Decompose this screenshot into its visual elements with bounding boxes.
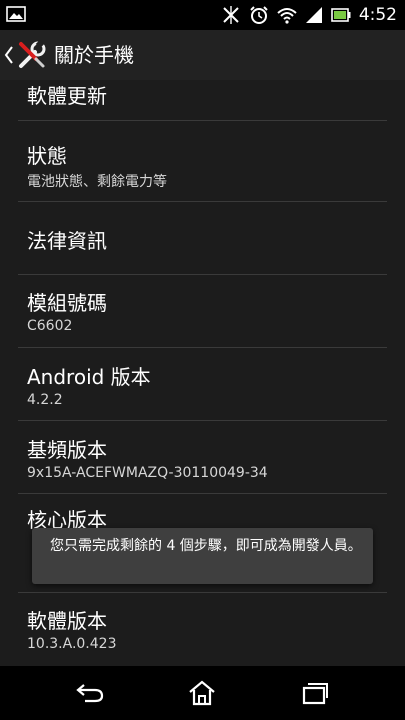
alarm-icon [250,6,268,24]
wifi-icon [277,8,297,24]
setting-title: 法律資訊 [27,229,107,253]
nav-back-button[interactable] [40,666,140,720]
setting-model-number[interactable]: 模組號碼 C6602 [18,275,387,348]
setting-android-version[interactable]: Android 版本 4.2.2 [18,348,387,421]
setting-build-number[interactable]: 軟體版本 10.3.A.0.423 [18,593,387,666]
setting-title: Android 版本 [27,365,151,389]
clock: 4:52 [358,5,397,25]
setting-title: 軟體更新 [27,84,107,108]
toast-message: 您只需完成剩餘的 4 個步驟，即可成為開發人員。 [32,528,373,584]
home-icon [189,680,215,706]
toast-text: 您只需完成剩餘的 4 個步驟，即可成為開發人員。 [50,538,362,554]
status-icons: 4:52 [221,0,397,30]
status-bar: 4:52 [0,0,405,30]
signal-off-icon [223,6,239,24]
setting-subtitle: 10.3.A.0.423 [27,636,117,652]
cellular-signal-icon [305,7,322,23]
setting-legal-info[interactable]: 法律資訊 [18,202,387,275]
back-icon [76,684,104,703]
setting-title: 軟體版本 [27,609,107,633]
setting-status[interactable]: 狀態 電池狀態、剩餘電力等 [18,121,387,202]
nav-recent-apps-button[interactable] [265,666,365,720]
page-title: 關於手機 [54,43,134,67]
battery-icon [331,8,351,22]
settings-tools-icon[interactable] [16,39,48,71]
image-notification-icon [6,6,26,22]
setting-software-update[interactable]: 軟體更新 [18,80,387,121]
setting-title: 模組號碼 [27,291,107,315]
chevron-left-icon[interactable] [4,44,14,66]
setting-title: 基頻版本 [27,438,107,462]
navigation-bar [0,666,405,720]
nav-home-button[interactable] [152,666,252,720]
recent-apps-icon [302,683,328,705]
setting-subtitle: 電池狀態、剩餘電力等 [27,174,167,190]
setting-title: 狀態 [27,144,67,168]
action-bar: 關於手機 [0,30,405,80]
setting-baseband-version[interactable]: 基頻版本 9x15A-ACEFWMAZQ-30110049-34 [18,421,387,494]
setting-subtitle: 4.2.2 [27,392,63,408]
setting-subtitle: C6602 [27,318,73,334]
setting-subtitle: 9x15A-ACEFWMAZQ-30110049-34 [27,465,268,481]
